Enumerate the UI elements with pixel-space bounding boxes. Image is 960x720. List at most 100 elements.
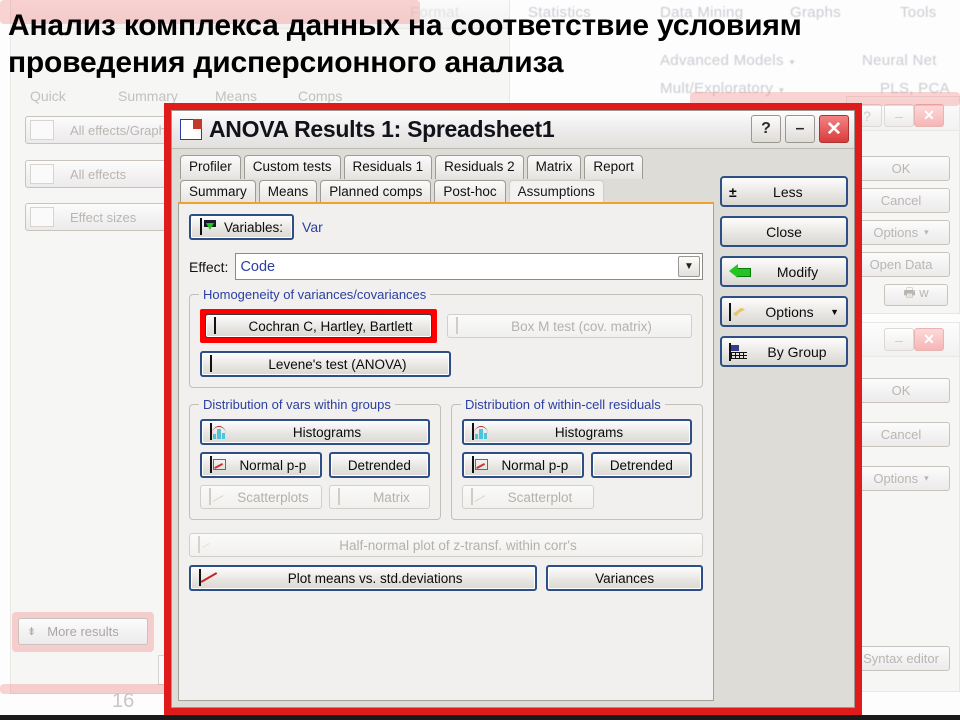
plus-minus-icon: ± <box>729 183 737 200</box>
page-title: Анализ комплекса данных на соответствие … <box>8 8 888 81</box>
modify-button[interactable]: Modify <box>720 256 848 287</box>
effect-combobox[interactable]: Code ▼ <box>235 253 703 281</box>
levene-test-button[interactable]: Levene's test (ANOVA) <box>200 351 451 378</box>
close-dialog-button[interactable]: Close <box>720 216 848 247</box>
background-button-cancel-top[interactable]: Cancel <box>852 188 950 213</box>
background-button-options-top[interactable]: Options ▾ <box>852 220 950 245</box>
anova-window-icon <box>180 119 202 140</box>
within-cell-residuals-stack: Histograms Normal p-p Detrended Scatterp… <box>462 419 692 510</box>
residuals-normal-pp-label: Normal p-p <box>501 457 569 473</box>
assumptions-tab-panel: Variables: Var Effect: Code ▼ Homogeneit… <box>178 202 714 701</box>
tab-residuals-2[interactable]: Residuals 2 <box>435 155 524 179</box>
background-button-ok-bottom[interactable]: OK <box>852 378 950 403</box>
anova-results-dialog: ANOVA Results 1: Spreadsheet1 ? – ✕ Prof… <box>171 110 855 708</box>
histogram-icon <box>210 423 229 441</box>
background-icon-all-effects <box>30 164 54 184</box>
tab-matrix[interactable]: Matrix <box>526 155 582 179</box>
residuals-detrended-label: Detrended <box>609 457 673 473</box>
tab-custom-tests[interactable]: Custom tests <box>243 155 341 179</box>
vars-scatter-row: Scatterplots Matrix <box>200 485 430 510</box>
vars-detrended-button[interactable]: Detrended <box>328 452 430 479</box>
help-button[interactable]: ? <box>751 115 781 143</box>
background-tab-comps[interactable]: Comps <box>298 88 342 104</box>
dialog-titlebar[interactable]: ANOVA Results 1: Spreadsheet1 ? – ✕ <box>172 111 854 149</box>
background-button-syntax-editor[interactable]: Syntax editor <box>852 646 950 671</box>
homogeneity-row-2: Levene's test (ANOVA) <box>200 351 692 378</box>
scatterplot-icon <box>209 488 228 506</box>
half-normal-plot-button: Half-normal plot of z-transf. within cor… <box>189 533 703 558</box>
chevron-down-icon[interactable]: ▼ <box>678 256 700 278</box>
ribbon-menu-tools: Tools <box>900 4 937 21</box>
tab-post-hoc[interactable]: Post-hoc <box>434 179 506 204</box>
minimize-button[interactable]: – <box>785 115 815 143</box>
background-button-options-top-label: Options <box>873 225 919 240</box>
less-button[interactable]: ± Less <box>720 176 848 207</box>
distribution-columns: Distribution of vars within groups Histo… <box>189 397 703 521</box>
residuals-histograms-label: Histograms <box>554 424 624 440</box>
scatterplot-icon-residuals <box>471 488 490 506</box>
vars-within-groups-stack: Histograms Normal p-p Detrended Scatterp… <box>200 419 430 510</box>
tab-summary[interactable]: Summary <box>180 179 256 204</box>
vars-histograms-label: Histograms <box>292 424 362 440</box>
background-tab-summary[interactable]: Summary <box>118 88 178 104</box>
residuals-scatter-row: Scatterplot <box>462 485 692 510</box>
plot-means-button[interactable]: Plot means vs. std.deviations <box>189 565 538 592</box>
homogeneity-group-title: Homogeneity of variances/covariances <box>199 287 431 303</box>
bottom-actions: Half-normal plot of z-transf. within cor… <box>189 533 703 592</box>
vars-histograms-button[interactable]: Histograms <box>200 419 430 446</box>
tab-residuals-1[interactable]: Residuals 1 <box>343 155 433 179</box>
residuals-normal-pp-button[interactable]: Normal p-p <box>462 452 584 479</box>
homogeneity-row-1: Cochran C, Hartley, Bartlett Box M test … <box>200 309 692 344</box>
background-button-ok-top[interactable]: OK <box>852 156 950 181</box>
cochran-highlight: Cochran C, Hartley, Bartlett <box>200 309 437 344</box>
homogeneity-group: Homogeneity of variances/covariances Coc… <box>189 287 703 389</box>
probability-plot-icon-residuals <box>472 456 491 474</box>
options-button[interactable]: Options ▼ <box>720 296 848 327</box>
dialog-caption-buttons: ? – ✕ <box>751 115 849 143</box>
background-button-open-data[interactable]: Open Data <box>852 252 950 277</box>
tab-means[interactable]: Means <box>258 179 318 204</box>
options-button-label: Options <box>765 303 814 320</box>
effect-value: Code <box>240 258 276 275</box>
effect-row: Effect: Code ▼ <box>189 253 703 281</box>
cochran-hartley-bartlett-button[interactable]: Cochran C, Hartley, Bartlett <box>205 314 432 339</box>
by-group-label: By Group <box>767 343 827 360</box>
dialog-right-pane: ± Less Close Modify Options ▼ By Group <box>720 155 848 701</box>
residuals-detrended-button[interactable]: Detrended <box>590 452 692 479</box>
tab-assumptions[interactable]: Assumptions <box>508 179 604 204</box>
tab-report[interactable]: Report <box>584 155 643 179</box>
by-group-button[interactable]: By Group <box>720 336 848 367</box>
close-button[interactable]: ✕ <box>819 115 849 143</box>
levene-test-label: Levene's test (ANOVA) <box>268 356 407 372</box>
dialog-title: ANOVA Results 1: Spreadsheet1 <box>209 116 555 142</box>
background-minimize-icon[interactable]: – <box>884 104 914 127</box>
background-button-cancel-bottom[interactable]: Cancel <box>852 422 950 447</box>
background-button-options-bottom[interactable]: Options ▾ <box>852 466 950 491</box>
residuals-pp-row: Normal p-p Detrended <box>462 452 692 479</box>
vars-normal-pp-label: Normal p-p <box>239 457 307 473</box>
background-minimize-icon-2[interactable]: – <box>884 328 914 351</box>
background-close-icon-2[interactable]: ✕ <box>914 328 944 351</box>
box-m-test-label: Box M test (cov. matrix) <box>511 318 652 334</box>
residuals-histograms-button[interactable]: Histograms <box>462 419 692 446</box>
vars-matrix-label: Matrix <box>373 489 410 505</box>
residuals-scatterplot-label: Scatterplot <box>507 489 573 505</box>
tab-profiler[interactable]: Profiler <box>180 155 241 179</box>
background-button-print[interactable]: 🖶 w <box>884 284 948 306</box>
variances-button[interactable]: Variances <box>546 565 703 592</box>
bottom-buttons-row: Plot means vs. std.deviations Variances <box>189 565 703 592</box>
background-close-icon[interactable]: ✕ <box>914 104 944 127</box>
vars-normal-pp-button[interactable]: Normal p-p <box>200 452 322 479</box>
variables-button[interactable]: Variables: <box>189 214 295 241</box>
background-button-more-results[interactable]: ⇟ More results <box>18 618 148 645</box>
tab-planned-comps[interactable]: Planned comps <box>320 179 432 204</box>
grid-icon-levene <box>210 355 229 373</box>
less-button-label: Less <box>773 183 803 200</box>
bottom-bar <box>0 715 960 720</box>
modify-button-label: Modify <box>776 263 819 280</box>
background-tab-quick[interactable]: Quick <box>30 88 66 104</box>
vars-detrended-label: Detrended <box>347 457 411 473</box>
page-number: 16 <box>112 690 135 712</box>
background-tab-means[interactable]: Means <box>215 88 257 104</box>
close-dialog-label: Close <box>766 223 802 240</box>
